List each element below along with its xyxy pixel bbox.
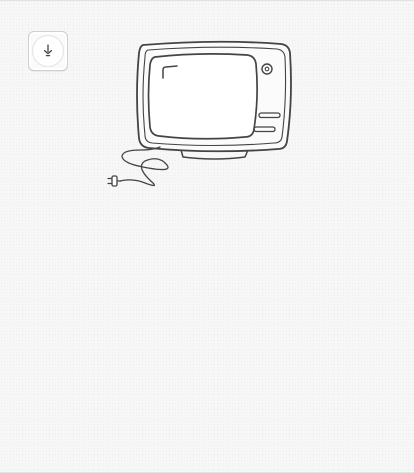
power-plug-icon — [43, 44, 53, 57]
power-cord-icon — [119, 146, 169, 187]
television-icon — [136, 40, 292, 160]
power-button[interactable] — [28, 31, 68, 71]
plug-icon — [107, 175, 122, 187]
power-button-face — [32, 35, 64, 67]
app-canvas — [0, 0, 414, 473]
television-illustration — [107, 40, 292, 187]
